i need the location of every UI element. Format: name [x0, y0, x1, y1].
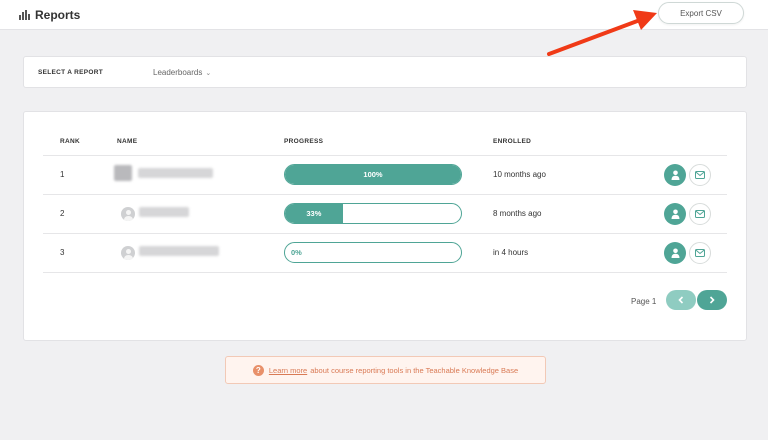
column-header-progress: PROGRESS [284, 138, 324, 145]
view-user-button[interactable] [664, 203, 686, 225]
table-row: 3 0% in 4 hours [43, 233, 727, 272]
progress-bar: 33% [284, 203, 462, 224]
avatar [121, 207, 135, 221]
knowledge-base-notice: ? Learn more about course reporting tool… [225, 356, 546, 384]
bar-chart-icon [19, 10, 30, 20]
rank-value: 3 [60, 248, 65, 257]
table-row: 1 100% 10 months ago [43, 155, 727, 194]
view-user-button[interactable] [664, 164, 686, 186]
mail-icon [695, 249, 705, 257]
progress-label: 0% [291, 248, 302, 257]
report-selector-card: SELECT A REPORT Leaderboards ⌄ [23, 56, 747, 88]
chevron-down-icon: ⌄ [205, 69, 212, 77]
enrolled-time: 8 months ago [493, 209, 542, 218]
previous-page-button[interactable] [666, 290, 696, 310]
page-title-wrap: Reports [19, 8, 80, 22]
avatar-redacted [114, 165, 132, 181]
email-user-button[interactable] [689, 242, 711, 264]
page-title: Reports [35, 8, 81, 22]
knowledge-base-text: about course reporting tools in the Teac… [310, 365, 519, 375]
progress-label: 33% [306, 209, 322, 218]
mail-icon [695, 210, 705, 218]
mail-icon [695, 171, 705, 179]
column-header-name: NAME [117, 138, 138, 145]
report-dropdown[interactable]: Leaderboards ⌄ [153, 68, 211, 77]
email-user-button[interactable] [689, 164, 711, 186]
email-user-button[interactable] [689, 203, 711, 225]
name-redacted [138, 168, 213, 178]
chevron-left-icon [678, 296, 684, 304]
progress-bar: 100% [284, 164, 462, 185]
avatar [121, 246, 135, 260]
page-label: Page 1 [631, 297, 657, 306]
table-row: 2 33% 8 months ago [43, 194, 727, 233]
enrolled-time: 10 months ago [493, 170, 546, 179]
leaderboard-table: RANK NAME PROGRESS ENROLLED 1 100% 10 mo… [23, 111, 747, 341]
table-divider [43, 272, 727, 273]
progress-label: 100% [363, 170, 383, 179]
annotation-arrow [547, 10, 657, 56]
learn-more-link[interactable]: Learn more [269, 366, 307, 375]
column-header-rank: RANK [60, 138, 80, 145]
name-redacted [139, 246, 219, 256]
export-csv-button[interactable]: Export CSV [658, 2, 744, 24]
rank-value: 1 [60, 170, 65, 179]
user-icon [671, 170, 679, 180]
progress-bar: 0% [284, 242, 462, 263]
chevron-right-icon [709, 296, 715, 304]
rank-value: 2 [60, 209, 65, 218]
user-icon [671, 209, 679, 219]
select-report-label: SELECT A REPORT [38, 69, 104, 76]
column-header-enrolled: ENROLLED [493, 138, 532, 145]
report-dropdown-value: Leaderboards [153, 68, 203, 77]
next-page-button[interactable] [697, 290, 727, 310]
view-user-button[interactable] [664, 242, 686, 264]
user-icon [671, 248, 679, 258]
enrolled-time: in 4 hours [493, 248, 529, 257]
question-icon: ? [252, 364, 264, 376]
name-redacted [139, 207, 189, 217]
